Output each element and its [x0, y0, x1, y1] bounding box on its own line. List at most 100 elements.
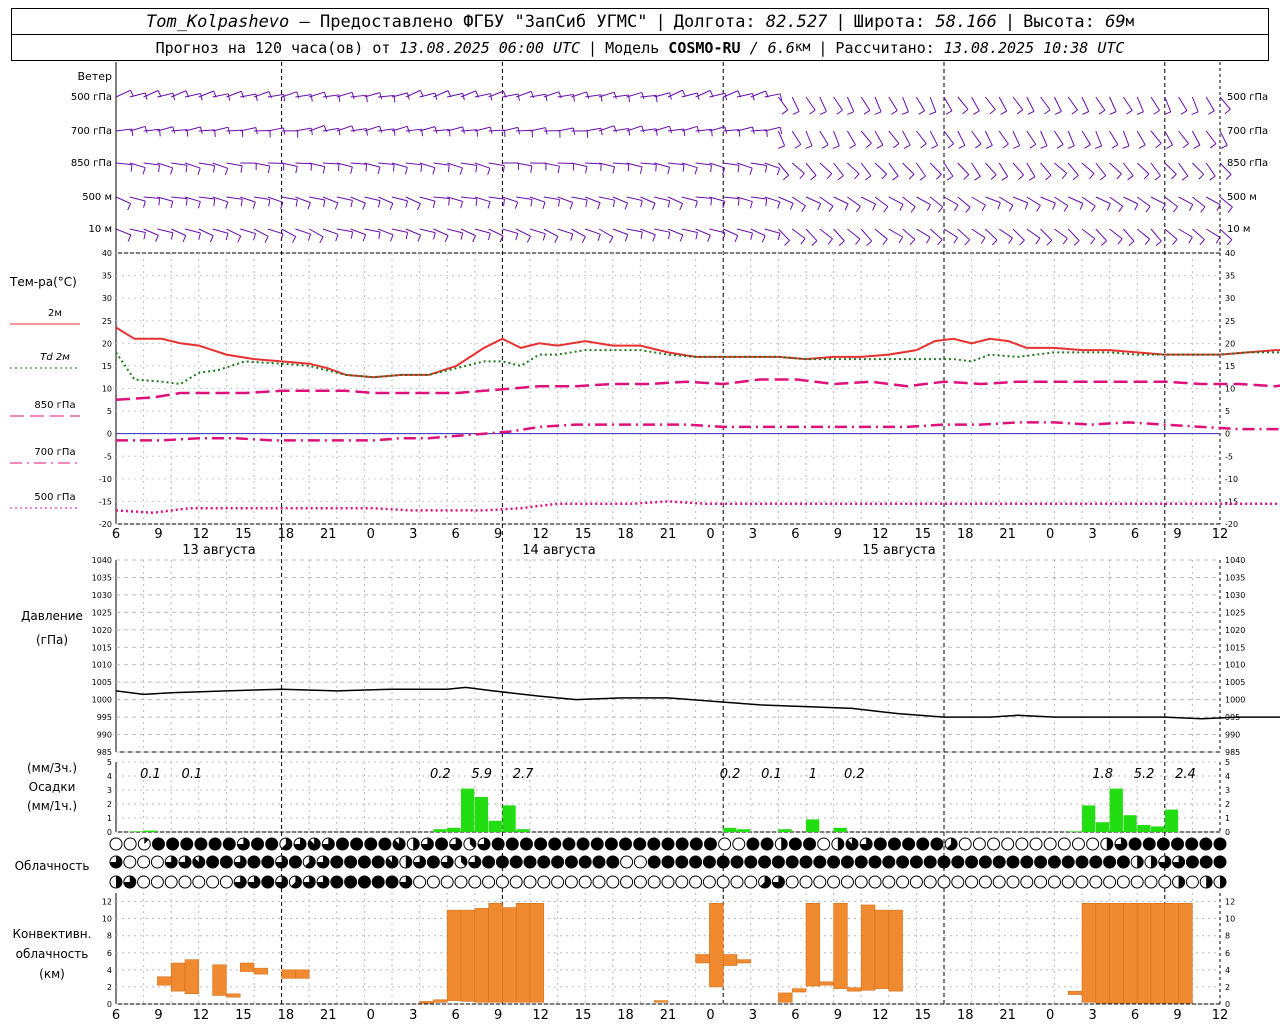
wind-barb-staff [1109, 228, 1123, 240]
cloud-symbol [463, 837, 477, 851]
wind-barb-staff [929, 130, 939, 146]
precip-bar [1068, 831, 1082, 832]
wind-barb-staff [1054, 228, 1068, 239]
precip-3h-label: 0.2 [844, 767, 865, 782]
conv-bar [1095, 902, 1110, 1004]
cloud-symbol [689, 855, 703, 869]
cloud-circle [882, 855, 896, 869]
cloud-symbol [951, 855, 965, 869]
wind-barb-feather [1016, 109, 1024, 115]
cloud-circle [592, 855, 606, 869]
wind-barb-staff [1123, 228, 1135, 242]
wind-barb-feather [1126, 109, 1133, 115]
cloud-symbol [1114, 837, 1128, 851]
wind-barb-feather [158, 164, 160, 172]
wind-barb-feather [377, 200, 381, 208]
wind-barb-feather [1111, 144, 1119, 149]
cloud-symbol [661, 875, 675, 889]
wind-barb-staff [819, 196, 834, 207]
wind-barb-staff [1164, 130, 1173, 146]
wind-barb-feather [365, 164, 368, 172]
wind-barb-feather [1046, 240, 1053, 246]
wind-barb-feather [679, 234, 684, 242]
cloud-symbol [166, 837, 180, 851]
hour-tick-conv: 9 [494, 1008, 502, 1023]
precip-bar [502, 805, 516, 832]
wind-barb-feather [213, 165, 216, 173]
cloud-circle [675, 855, 689, 869]
hour-tick-temp: 12 [872, 527, 889, 542]
wind-barb-staff [888, 162, 899, 177]
wind-barb-staff [1123, 196, 1139, 205]
cloud-symbol [551, 855, 565, 869]
cloud-circle [1075, 875, 1089, 889]
cloud-symbol [647, 837, 661, 851]
wind-barb-staff [819, 130, 829, 145]
wind-barb-staff [516, 129, 533, 132]
cloud-circle [578, 855, 592, 869]
wind-barb-feather [1040, 145, 1048, 149]
temp-series-2 [115, 349, 1280, 386]
wind-barb-staff [350, 196, 366, 204]
cloud-symbol [1158, 875, 1172, 889]
wind-barb-staff [322, 228, 339, 235]
wind-barb-staff [654, 196, 670, 202]
cloud-symbol [1034, 875, 1048, 889]
wind-barb-staff [874, 228, 888, 240]
wind-barb-staff [143, 228, 159, 236]
hour-tick-conv: 15 [914, 1008, 931, 1023]
wind-barb-feather [434, 126, 438, 134]
wind-barb-feather [362, 202, 366, 210]
cloud-circle [357, 855, 371, 869]
cloud-symbol [468, 855, 482, 869]
cloud-symbol [1071, 837, 1085, 851]
cloud-symbol [477, 837, 491, 851]
conv-bar [833, 902, 848, 989]
cloud-symbol [468, 875, 482, 889]
cloud-symbol [180, 837, 194, 851]
wind-barb-staff [1054, 196, 1069, 207]
cloud-symbol [1047, 855, 1061, 869]
wind-barb-staff [557, 228, 573, 235]
pressure-tick-left: 1040 [92, 556, 112, 565]
wind-barb-feather [667, 167, 671, 175]
cloud-symbol [194, 837, 208, 851]
wind-barb-feather [1227, 206, 1233, 213]
wind-barb-feather [581, 236, 586, 244]
cloud-circle [495, 855, 509, 869]
temp-legend-label: 850 гПа [34, 400, 75, 411]
cloud-symbol [882, 875, 896, 889]
cloud-symbol [302, 875, 316, 889]
wind-barb-staff [143, 162, 160, 166]
temp-series-5 [115, 500, 1280, 514]
wind-barb-staff [1067, 96, 1078, 111]
wind-barb-feather [170, 167, 174, 175]
cloud-circle [491, 837, 505, 851]
wind-barb-feather [143, 232, 146, 240]
wind-barb-staff [1164, 162, 1177, 175]
wind-barb-feather [694, 167, 698, 175]
cloud-symbol [978, 875, 992, 889]
temp-tick-right: -5 [1225, 452, 1233, 461]
cloud-circle [813, 875, 827, 889]
wind-barb-feather [557, 199, 561, 207]
wind-barb-feather [972, 110, 980, 115]
wind-barb-feather [724, 126, 728, 134]
cloud-circle [222, 837, 236, 851]
wind-barb-feather [182, 235, 187, 243]
wind-barb-feather [542, 202, 546, 209]
cloud-circle [468, 875, 482, 889]
wind-barb-feather [1056, 143, 1064, 149]
conv-bar [1178, 902, 1193, 1004]
cloud-circle [548, 837, 562, 851]
conv-bar [722, 954, 738, 966]
wind-barb-feather [821, 144, 829, 149]
wind-barb-staff [585, 127, 602, 132]
wind-barb-staff [143, 196, 160, 199]
wind-barb-staff [1164, 196, 1178, 208]
wind-barb-feather [1027, 110, 1035, 115]
pressure-tick-left: 1015 [92, 643, 112, 652]
cloud-circle [716, 875, 730, 889]
temp-legend-label: 500 гПа [34, 492, 75, 503]
conv-bar [529, 902, 545, 1003]
